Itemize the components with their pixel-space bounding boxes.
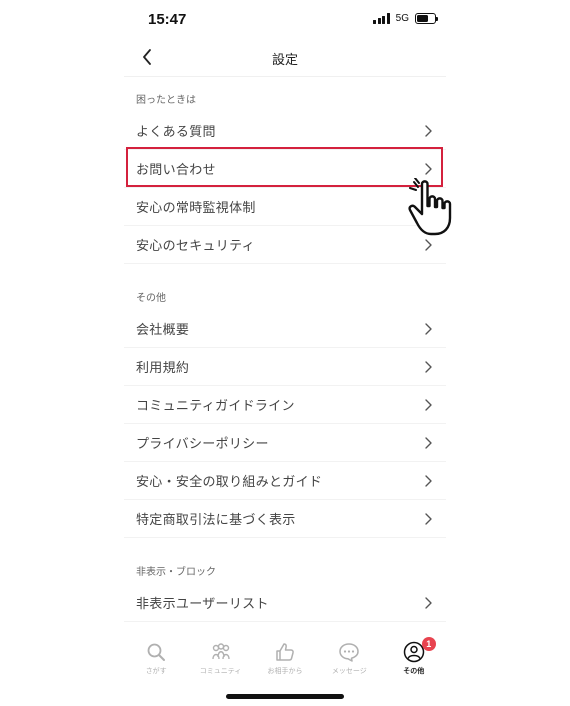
chevron-right-icon bbox=[425, 322, 432, 335]
chevron-right-icon bbox=[425, 512, 432, 525]
settings-row-label: 安心・安全の取り組みとガイド bbox=[136, 475, 323, 490]
battery-level bbox=[417, 15, 429, 22]
tab-person[interactable]: その他 1 bbox=[384, 634, 444, 678]
chevron-right-icon bbox=[425, 436, 432, 449]
chevron-right-icon bbox=[425, 238, 432, 251]
chevron-right-icon bbox=[425, 124, 432, 137]
settings-row-label: コミュニティガイドライン bbox=[136, 399, 295, 414]
community-icon bbox=[210, 641, 232, 663]
settings-row-label: 安心の常時監視体制 bbox=[136, 201, 256, 216]
status-indicators: 5G bbox=[373, 13, 438, 24]
settings-row-label: 安心のセキュリティ bbox=[136, 239, 255, 254]
settings-row[interactable]: よくある質問 bbox=[124, 112, 446, 150]
status-bar: 15:47 5G bbox=[120, 0, 450, 40]
notification-badge: 1 bbox=[421, 637, 436, 651]
header-divider bbox=[124, 76, 446, 77]
message-icon bbox=[338, 641, 360, 663]
settings-row[interactable]: 特定商取引法に基づく表示 bbox=[124, 500, 446, 538]
tab-label: メッセージ bbox=[331, 667, 367, 675]
settings-row-label: 特定商取引法に基づく表示 bbox=[136, 513, 296, 528]
settings-list: 困ったときはよくある質問 お問い合わせ安心の常時監視体制 安心のセキュリティその他会… bbox=[124, 78, 446, 660]
settings-row-label: 会社概要 bbox=[136, 323, 190, 338]
status-time: 15:47 bbox=[148, 11, 187, 28]
settings-row[interactable]: 安心の常時監視体制 bbox=[124, 188, 446, 226]
section-header: 非表示・ブロック bbox=[136, 567, 216, 578]
tab-search[interactable]: さがす bbox=[126, 634, 186, 678]
tab-label: コミュニティ bbox=[199, 667, 242, 675]
chevron-right-icon bbox=[425, 360, 432, 373]
tab-label: お相手から bbox=[267, 667, 303, 675]
network-type: 5G bbox=[395, 13, 409, 24]
settings-row[interactable]: 安心・安全の取り組みとガイド bbox=[124, 462, 446, 500]
thumbs-up-icon bbox=[274, 641, 296, 663]
tab-label: さがす bbox=[145, 667, 167, 675]
settings-row-label: よくある質問 bbox=[136, 125, 216, 140]
search-icon bbox=[145, 641, 167, 663]
signal-icon bbox=[373, 13, 390, 24]
tab-label: その他 bbox=[403, 667, 425, 675]
settings-row[interactable]: 会社概要 bbox=[124, 310, 446, 348]
battery-icon bbox=[415, 13, 438, 24]
tab-community[interactable]: コミュニティ bbox=[191, 634, 251, 678]
tab-thumbs-up[interactable]: お相手から bbox=[255, 634, 315, 678]
tab-message[interactable]: メッセージ bbox=[319, 634, 379, 678]
settings-row-label: お問い合わせ bbox=[136, 163, 216, 178]
chevron-right-icon bbox=[425, 474, 432, 487]
settings-row[interactable]: コミュニティガイドライン bbox=[124, 386, 446, 424]
tab-bar: さがす コミュニティ お相手から メッセージ その他 1 bbox=[124, 634, 446, 678]
nav-header: 設定 bbox=[120, 38, 450, 76]
page-title: 設定 bbox=[271, 53, 298, 68]
chevron-right-icon bbox=[425, 398, 432, 411]
settings-row-label: 利用規約 bbox=[136, 361, 190, 376]
settings-row-label: 非表示ユーザーリスト bbox=[136, 597, 269, 612]
settings-row[interactable]: 利用規約 bbox=[124, 348, 446, 386]
section-header: その他 bbox=[136, 293, 166, 304]
chevron-right-icon bbox=[425, 596, 432, 609]
home-indicator bbox=[226, 694, 344, 699]
section-header: 困ったときは bbox=[136, 95, 196, 106]
settings-row[interactable]: 非表示ユーザーリスト bbox=[124, 584, 446, 622]
settings-row[interactable]: お問い合わせ bbox=[124, 150, 446, 188]
settings-row[interactable]: プライバシーポリシー bbox=[124, 424, 446, 462]
chevron-right-icon bbox=[425, 200, 432, 213]
settings-row[interactable]: 安心のセキュリティ bbox=[124, 226, 446, 264]
chevron-right-icon bbox=[425, 162, 432, 175]
settings-row-label: プライバシーポリシー bbox=[136, 437, 269, 452]
